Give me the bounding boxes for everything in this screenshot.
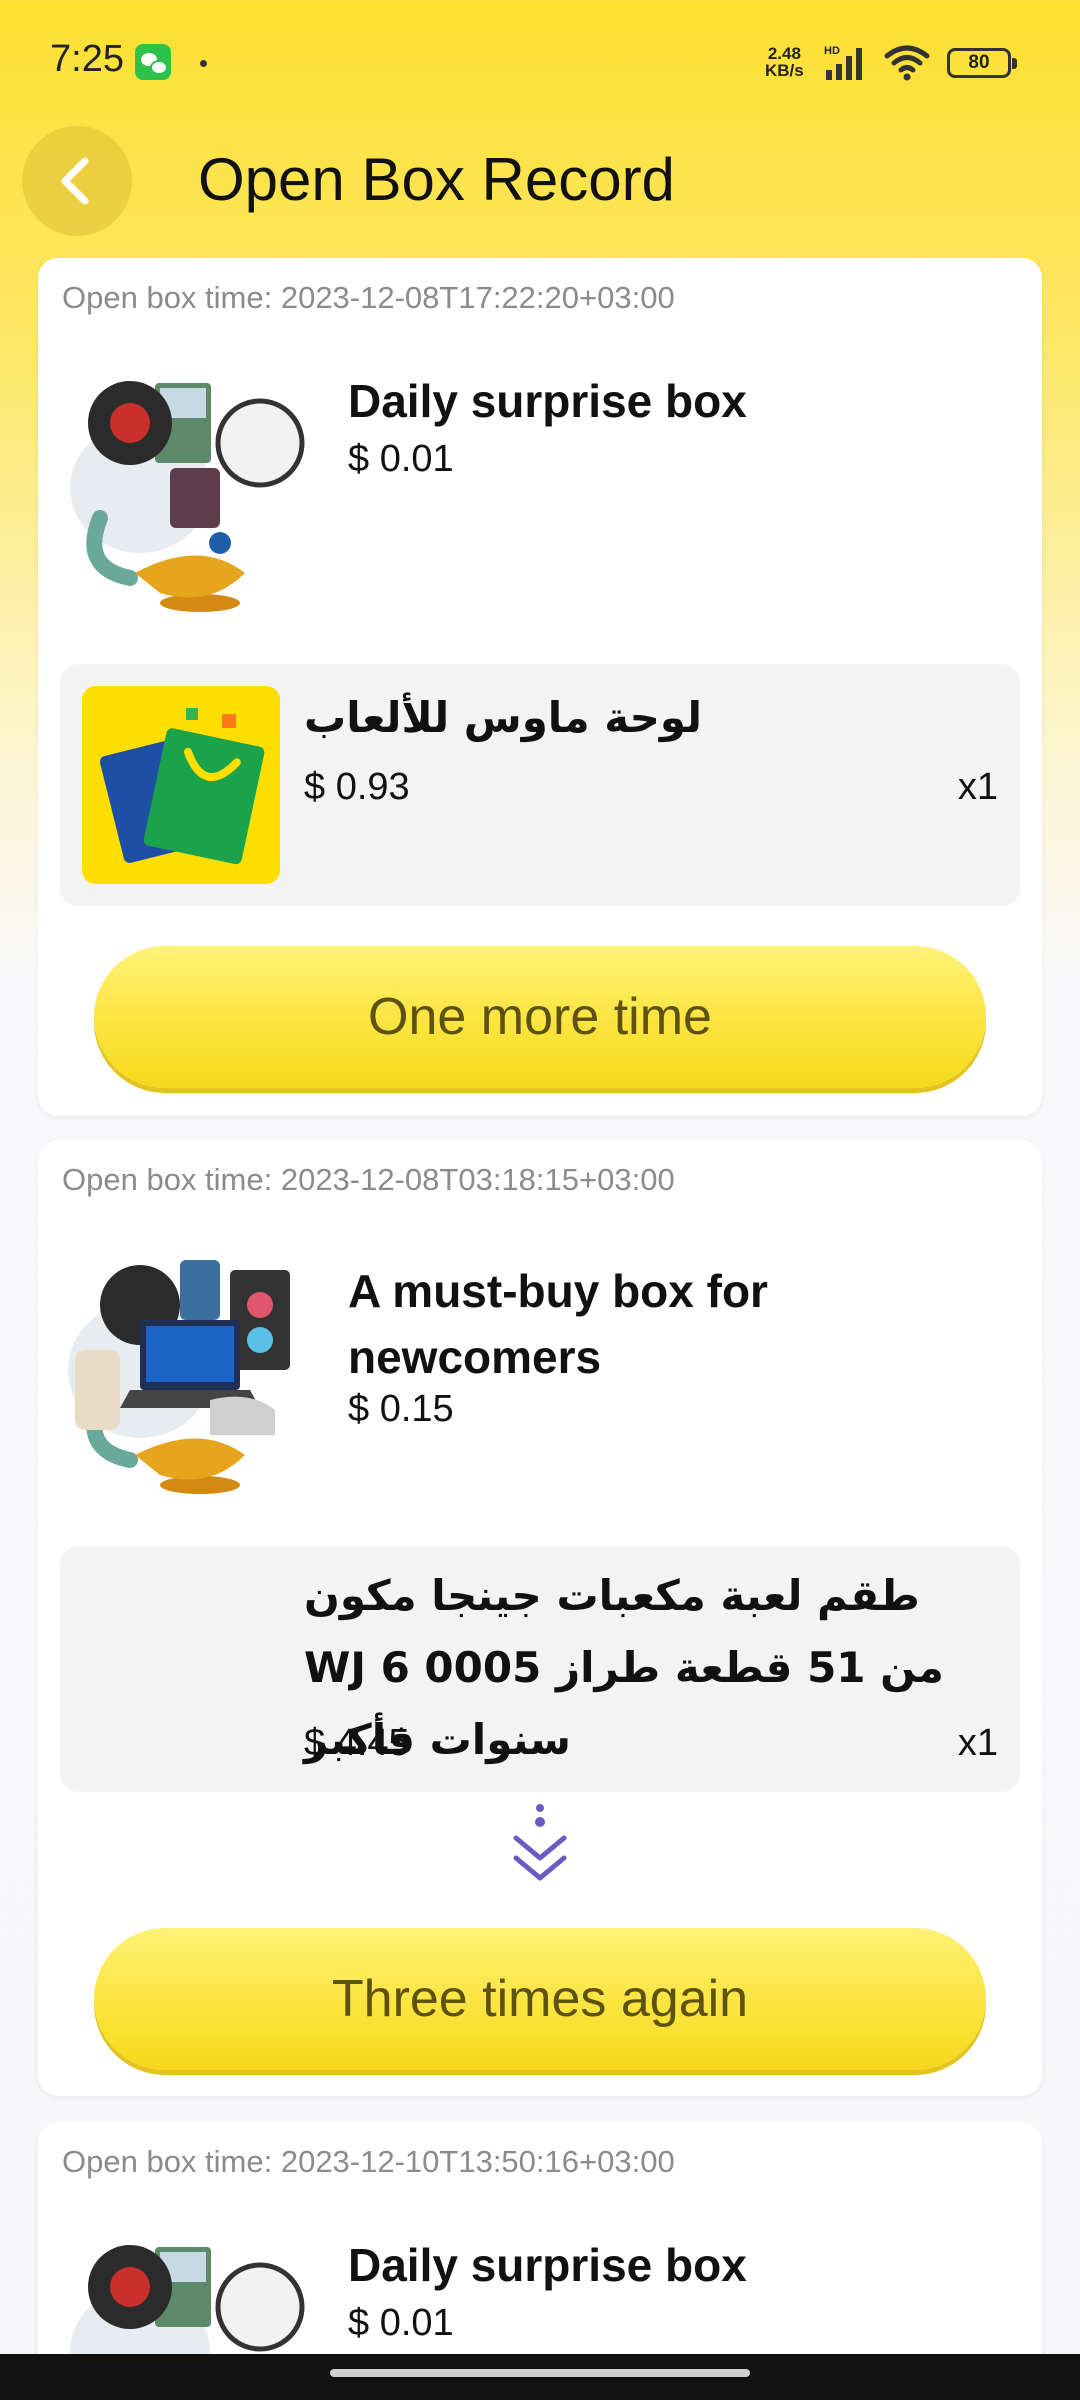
back-button[interactable] <box>22 126 132 236</box>
box-price: $ 0.01 <box>348 2302 454 2344</box>
prize-image <box>82 686 280 884</box>
wechat-icon <box>135 44 171 80</box>
battery-level: 80 <box>968 52 990 73</box>
status-time: 7:25 <box>50 38 124 80</box>
signal-icon: HD <box>824 45 862 80</box>
box-image <box>68 1260 290 1494</box>
expand-more-icon[interactable] <box>510 1800 570 1890</box>
network-speed-unit: KB/s <box>765 61 804 80</box>
prize-name: لوحة ماوس للألعاب <box>304 693 703 742</box>
gift-bag-icon <box>82 686 280 884</box>
open-box-time: Open box time: 2023-12-10T13:50:16+03:00 <box>62 2144 675 2179</box>
battery-icon: 80 <box>947 48 1017 78</box>
home-indicator[interactable] <box>330 2369 750 2377</box>
prize-price: $ 4.45 <box>304 1722 410 1764</box>
box-name: Daily surprise box <box>348 375 747 427</box>
record-card: Open box time: 2023-12-08T17:22:20+03:00… <box>38 258 1042 1116</box>
network-badge: HD <box>824 45 840 57</box>
prize-item[interactable]: طقم لعبة مكعبات جينجا مكون من 51 قطعة طر… <box>60 1546 1020 1792</box>
notification-dot-icon <box>200 60 207 67</box>
open-box-time: Open box time: 2023-12-08T03:18:15+03:00 <box>62 1162 675 1197</box>
navigation-bar <box>0 2354 1080 2400</box>
status-bar: 7:25 2.48 KB/s HD 80 <box>0 0 1080 120</box>
box-price: $ 0.01 <box>348 438 454 480</box>
prize-price: $ 0.93 <box>304 766 410 808</box>
prize-quantity: x1 <box>957 766 998 808</box>
three-times-again-button[interactable]: Three times again <box>94 1928 986 2070</box>
network-speed: 2.48 KB/s <box>765 45 804 79</box>
box-name: A must-buy box for newcomers <box>348 1265 768 1383</box>
wifi-icon <box>884 45 930 81</box>
network-speed-value: 2.48 <box>767 44 801 63</box>
one-more-time-button[interactable]: One more time <box>94 946 986 1088</box>
box-image <box>70 381 305 612</box>
record-card: Open box time: 2023-12-08T03:18:15+03:00… <box>38 1140 1042 2096</box>
box-price: $ 0.15 <box>348 1388 454 1430</box>
page-title: Open Box Record <box>198 146 675 213</box>
back-arrow-icon <box>61 157 89 205</box>
prize-quantity: x1 <box>957 1722 998 1764</box>
box-name: Daily surprise box <box>348 2239 747 2291</box>
prize-item[interactable]: لوحة ماوس للألعاب $ 0.93 x1 <box>60 664 1020 906</box>
open-box-time: Open box time: 2023-12-08T17:22:20+03:00 <box>62 280 675 315</box>
